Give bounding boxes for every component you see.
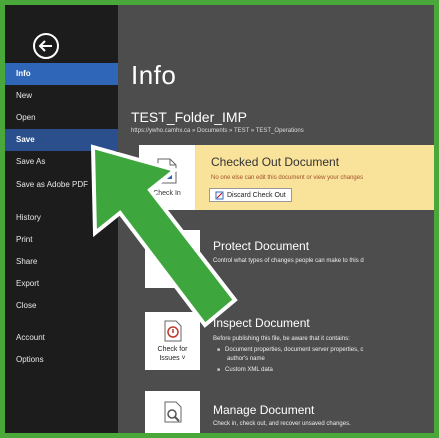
menu-close[interactable]: Close xyxy=(5,295,118,317)
backstage-window: Info New Open Save Save As Save as Adobe… xyxy=(5,5,434,433)
check-for-issues-line1: Check for xyxy=(157,345,188,353)
document-name: TEST_Folder_IMP xyxy=(131,109,247,125)
inspect-subtitle: Before publishing this file, be aware th… xyxy=(213,336,350,342)
menu-account[interactable]: Account xyxy=(5,327,118,349)
checked-out-subtitle: No one else can edit this document or vi… xyxy=(211,175,364,181)
menu-export[interactable]: Export xyxy=(5,273,118,295)
protect-subtitle: Control what types of changes people can… xyxy=(213,258,364,264)
check-in-button[interactable]: Check In xyxy=(139,145,196,210)
check-for-issues-line2: Issues ˅ xyxy=(159,354,186,362)
menu-history[interactable]: History xyxy=(5,207,118,229)
discard-label: Discard Check Out xyxy=(227,191,286,199)
checked-out-title: Checked Out Document xyxy=(211,155,340,169)
inspect-icon xyxy=(164,320,181,341)
menu-print[interactable]: Print xyxy=(5,229,118,251)
lock-icon xyxy=(163,246,182,271)
inspect-title: Inspect Document xyxy=(213,316,310,330)
menu-share[interactable]: Share xyxy=(5,251,118,273)
menu-save-as[interactable]: Save As xyxy=(5,151,118,173)
menu-new[interactable]: New xyxy=(5,85,118,107)
backstage-sidebar: Info New Open Save Save As Save as Adobe… xyxy=(5,5,118,433)
menu-open[interactable]: Open xyxy=(5,107,118,129)
backstage-menu: Info New Open Save Save As Save as Adobe… xyxy=(5,63,118,371)
discard-checkout-button[interactable]: Discard Check Out xyxy=(209,188,292,202)
manage-document-icon xyxy=(164,401,181,423)
page-title: Info xyxy=(131,60,177,90)
back-arrow-icon xyxy=(38,40,52,52)
discard-icon xyxy=(215,191,224,199)
back-button[interactable] xyxy=(33,33,59,59)
check-for-issues-button[interactable]: Check for Issues ˅ xyxy=(145,312,200,370)
inspect-bullet-xml: Custom XML data xyxy=(217,367,273,373)
check-in-icon xyxy=(157,158,177,184)
manage-title: Manage Document xyxy=(213,403,315,417)
checked-out-banner: Check In Checked Out Document No one els… xyxy=(139,145,434,210)
document-path[interactable]: https://ywho.camhx.ca » Documents » TEST… xyxy=(131,128,304,134)
menu-info[interactable]: Info xyxy=(5,63,118,85)
check-in-label: Check In xyxy=(153,190,181,197)
inspect-bullet-properties: Document properties, document server pro… xyxy=(217,347,363,353)
protect-document-button[interactable] xyxy=(145,230,200,288)
menu-save[interactable]: Save xyxy=(5,129,118,151)
protect-title: Protect Document xyxy=(213,239,310,253)
manage-subtitle: Check in, check out, and recover unsaved… xyxy=(213,421,351,427)
inspect-bullet-properties-cont: author's name xyxy=(227,356,265,362)
info-panel: Info TEST_Folder_IMP https://ywho.camhx.… xyxy=(118,5,434,433)
manage-document-button[interactable] xyxy=(145,391,200,433)
menu-options[interactable]: Options xyxy=(5,349,118,371)
menu-save-as-pdf[interactable]: Save as Adobe PDF xyxy=(5,173,118,207)
